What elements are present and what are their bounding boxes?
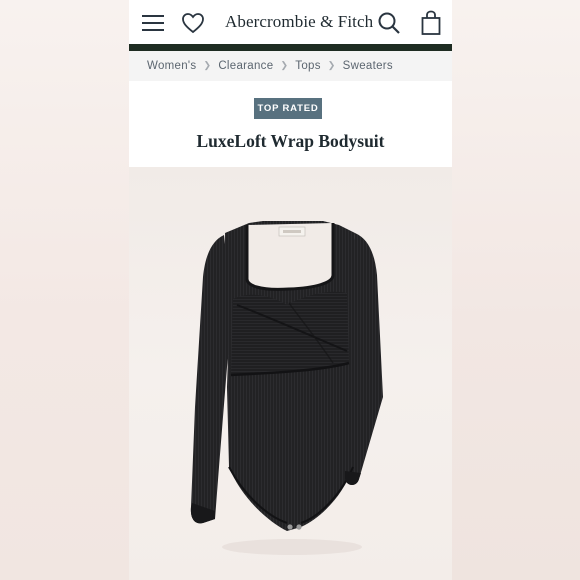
chevron-right-icon: ❯ xyxy=(280,59,289,70)
heart-icon[interactable] xyxy=(180,10,206,36)
top-rated-badge: TOP RATED xyxy=(254,98,322,119)
site-header: Abercrombie & Fitch xyxy=(129,0,452,44)
chevron-right-icon: ❯ xyxy=(203,59,212,70)
shopping-bag-icon[interactable] xyxy=(418,10,444,36)
search-icon[interactable] xyxy=(376,10,402,36)
product-title: LuxeLoft Wrap Bodysuit xyxy=(196,131,385,151)
bodysuit-image xyxy=(190,221,383,555)
background-left xyxy=(0,0,129,580)
mobile-page: Abercrombie & Fitch Women's ❯ Clearance … xyxy=(129,0,452,580)
breadcrumb-sweaters[interactable]: Sweaters xyxy=(343,60,393,72)
breadcrumb: Women's ❯ Clearance ❯ Tops ❯ Sweaters xyxy=(129,51,452,81)
breadcrumb-womens[interactable]: Women's xyxy=(147,60,196,72)
product-image[interactable] xyxy=(129,167,452,580)
breadcrumb-tops[interactable]: Tops xyxy=(295,60,321,72)
chevron-right-icon: ❯ xyxy=(327,59,336,70)
brand-logo[interactable]: Abercrombie & Fitch xyxy=(225,12,373,32)
menu-icon[interactable] xyxy=(141,10,167,36)
header-accent-bar xyxy=(129,44,452,51)
breadcrumb-clearance[interactable]: Clearance xyxy=(218,60,273,72)
background-right xyxy=(452,0,580,580)
product-header: TOP RATED LuxeLoft Wrap Bodysuit xyxy=(129,81,452,167)
